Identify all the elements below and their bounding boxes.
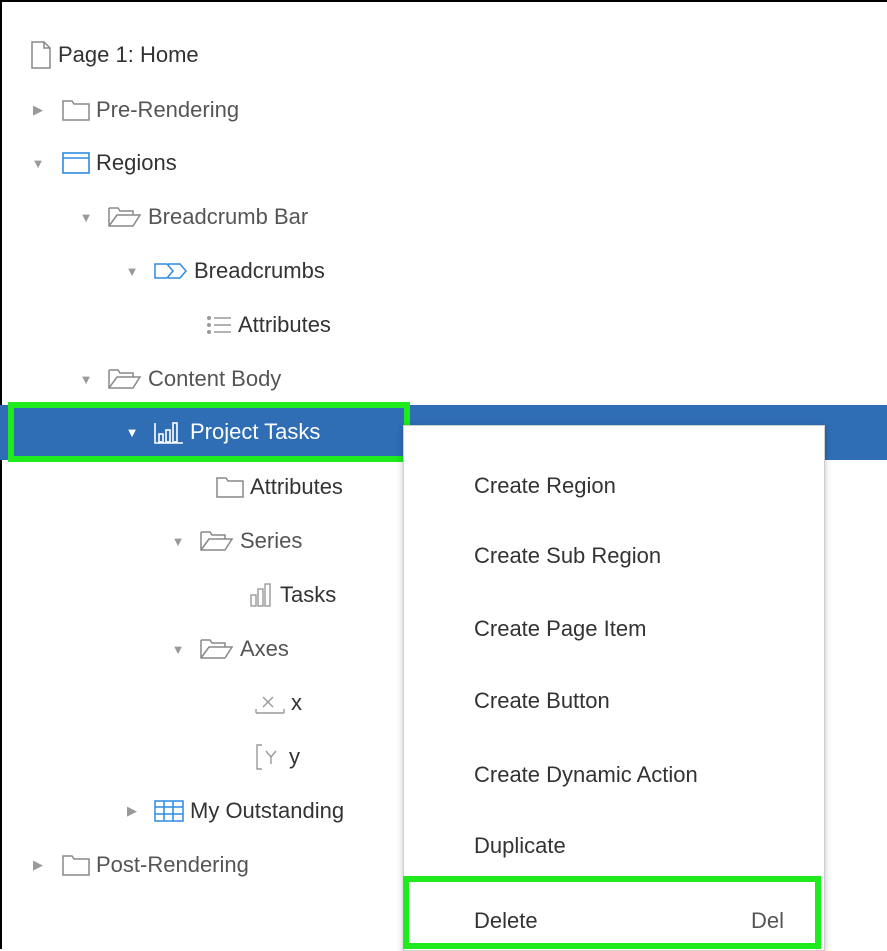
tree-node-label: Post-Rendering: [96, 852, 249, 877]
tree-node-breadcrumbs[interactable]: ▼ Breadcrumbs: [0, 246, 887, 296]
tree-node-content-body[interactable]: ▼ Content Body: [0, 354, 887, 404]
tree-node-pre-rendering[interactable]: ▶ Pre-Rendering: [0, 85, 887, 135]
menu-item-create-region[interactable]: Create Region: [474, 473, 616, 499]
tree-node-label: Tasks: [280, 582, 337, 607]
expand-arrow-icon[interactable]: ▶: [124, 803, 140, 819]
folder-icon: [62, 99, 90, 121]
collapse-arrow-icon[interactable]: ▼: [170, 534, 186, 549]
region-icon: [62, 152, 90, 174]
folder-icon: [216, 476, 244, 498]
tree-node-label: Content Body: [148, 366, 282, 391]
tree-node-label: Series: [240, 528, 303, 553]
collapse-arrow-icon[interactable]: ▼: [30, 156, 46, 171]
collapse-arrow-icon[interactable]: ▼: [78, 210, 94, 225]
menu-item-create-sub-region[interactable]: Create Sub Region: [474, 543, 661, 569]
collapse-arrow-icon[interactable]: ▼: [170, 642, 186, 657]
tree-node-attributes[interactable]: Attributes: [0, 300, 887, 350]
series-chart-icon: [250, 583, 274, 607]
collapse-arrow-icon[interactable]: ▼: [124, 264, 140, 279]
tree-node-page[interactable]: Page 1: Home: [0, 30, 887, 80]
open-folder-icon: [108, 368, 142, 390]
menu-item-create-button[interactable]: Create Button: [474, 688, 610, 714]
y-axis-icon: [255, 744, 283, 770]
folder-icon: [62, 854, 90, 876]
tree-node-label: Attributes: [238, 312, 331, 337]
menu-item-create-dynamic-action[interactable]: Create Dynamic Action: [474, 762, 698, 788]
tree-node-label: Attributes: [250, 474, 343, 499]
menu-item-duplicate[interactable]: Duplicate: [474, 833, 566, 859]
project-tasks-highlight: [8, 402, 410, 462]
menu-item-create-page-item[interactable]: Create Page Item: [474, 616, 646, 642]
tree-node-breadcrumb-bar[interactable]: ▼ Breadcrumb Bar: [0, 192, 887, 242]
tree-node-label: Breadcrumb Bar: [148, 204, 309, 229]
expand-arrow-icon[interactable]: ▶: [30, 857, 46, 873]
context-menu: Create Region Create Sub Region Create P…: [403, 425, 825, 951]
breadcrumb-icon: [154, 262, 188, 280]
collapse-arrow-icon[interactable]: ▼: [78, 372, 94, 387]
grid-table-icon: [154, 800, 184, 822]
page-icon: [30, 41, 52, 69]
tree-node-label: Page 1: Home: [58, 42, 199, 67]
x-axis-icon: [255, 691, 285, 715]
attributes-list-icon: [206, 314, 232, 336]
tree-node-regions[interactable]: ▼ Regions: [0, 138, 887, 188]
tree-node-label: Axes: [240, 636, 289, 661]
tree-node-label: Breadcrumbs: [194, 258, 325, 283]
tree-node-label: Regions: [96, 150, 177, 175]
tree-node-label: Pre-Rendering: [96, 97, 240, 122]
tree-node-label: x: [291, 690, 302, 715]
open-folder-icon: [200, 638, 234, 660]
open-folder-icon: [108, 206, 142, 228]
tree-node-label: y: [289, 744, 300, 769]
open-folder-icon: [200, 530, 234, 552]
tree-node-label: My Outstanding: [190, 798, 345, 823]
expand-arrow-icon[interactable]: ▶: [30, 102, 46, 118]
delete-highlight: [403, 876, 821, 949]
